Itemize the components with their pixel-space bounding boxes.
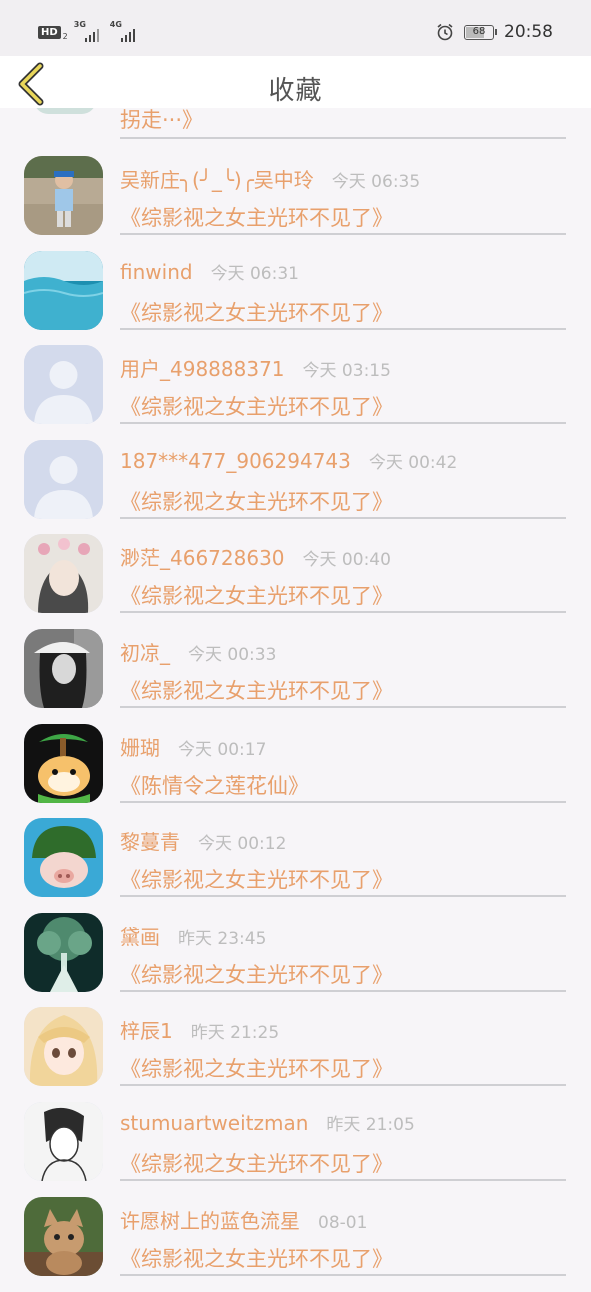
timestamp: 昨天 21:05 [326,1115,415,1135]
list-item[interactable]: 187***477_906294743 今天 00:42 《综影视之女主光环不见… [0,439,591,535]
user-name[interactable]: finwind [120,260,193,284]
timestamp: 昨天 21:25 [190,1023,280,1044]
book-title[interactable]: 《综影视之女主光环不见了》 [120,202,393,232]
timestamp: 今天 03:15 [302,361,391,382]
user-name[interactable]: 黛画 [120,921,160,950]
list-item[interactable]: 黛画 昨天 23:45 《综影视之女主光环不见了》 [0,912,591,1008]
divider [120,516,566,519]
user-name[interactable]: 初凉_ [120,637,170,666]
timestamp: 今天 00:42 [368,452,458,473]
signal-icon: 3G [74,20,104,42]
book-title[interactable]: 《综影视之女主光环不见了》 [120,1148,393,1178]
book-title[interactable]: 《综影视之女主光环不见了》 [120,297,393,327]
divider [120,706,566,708]
timestamp: 昨天 23:45 [178,928,267,949]
list-item[interactable]: 渺茫_466728630 今天 00:40 《综影视之女主光环不见了》 [0,534,591,629]
avatar[interactable] [24,1102,103,1181]
user-name[interactable]: 黎蔓青 [120,826,180,855]
timestamp: 今天 06:35 [331,172,421,192]
avatar[interactable] [24,250,103,330]
divider [120,1084,566,1087]
user-name[interactable]: 姗瑚 [120,732,160,761]
list-item[interactable]: 吴新庄╮(╯_╰)╭吴中玲 今天 06:35 《综影视之女主光环不见了》 [0,156,591,251]
user-name[interactable]: 吴新庄╮(╯_╰)╭吴中玲 [120,164,314,193]
top-bar: 收藏 [0,56,591,108]
user-name[interactable]: 许愿树上的蓝色流星 [120,1205,300,1234]
divider [120,422,566,425]
alarm-icon [436,23,454,41]
list-item[interactable]: 黎蔓青 今天 00:12 《综影视之女主光环不见了》 [0,818,591,913]
user-name[interactable]: 梓辰1 [120,1015,173,1044]
clock: 20:58 [504,22,553,42]
book-title[interactable]: 《陈情令之莲花仙》 [120,770,309,800]
divider [120,800,566,803]
page-title: 收藏 [268,76,323,106]
avatar[interactable] [24,345,103,425]
list-item[interactable]: 初凉_ 今天 00:33 《综影视之女主光环不见了》 [0,629,591,724]
divider [120,327,566,330]
list-item[interactable]: 许愿树上的蓝色流星 08-01 《综影视之女主光环不见了》 [0,1196,591,1292]
book-title[interactable]: 拐走···》 [120,104,203,134]
divider [120,895,566,898]
user-name[interactable]: 187***477_906294743 [120,449,351,473]
divider [120,137,566,139]
avatar[interactable] [24,156,103,235]
avatar[interactable] [24,1007,103,1087]
list-item[interactable]: stumuartweitzman 昨天 21:05 《综影视之女主光环不见了》 [0,1102,591,1197]
avatar[interactable] [24,1196,103,1276]
hd-icon: HD [38,25,61,39]
timestamp: 今天 00:33 [188,645,277,665]
battery-icon: 68 [464,24,497,40]
signal-icon: 4G [110,20,140,42]
user-name[interactable]: 渺茫_466728630 [120,542,285,571]
status-bar: HD 2 3G 4G 68 20:58 [0,0,591,56]
user-name[interactable]: 用户_498888371 [120,353,285,382]
timestamp: 今天 00:17 [178,739,267,760]
divider [120,989,566,992]
book-title[interactable]: 《综影视之女主光环不见了》 [120,1053,393,1083]
avatar[interactable] [24,629,103,708]
avatar[interactable] [24,439,103,519]
list-item[interactable]: 用户_498888371 今天 03:15 《综影视之女主光环不见了》 [0,345,591,440]
book-title[interactable]: 《综影视之女主光环不见了》 [120,486,393,516]
book-title[interactable]: 《综影视之女主光环不见了》 [120,391,393,421]
book-title[interactable]: 《综影视之女主光环不见了》 [120,864,393,894]
divider [120,1179,566,1181]
timestamp: 今天 00:12 [198,834,287,855]
avatar[interactable] [24,534,103,614]
avatar[interactable] [24,723,103,803]
user-name[interactable]: stumuartweitzman [120,1111,308,1135]
book-title[interactable]: 《综影视之女主光环不见了》 [120,580,393,610]
book-title[interactable]: 《综影视之女主光环不见了》 [120,1243,393,1273]
list-item[interactable]: 姗瑚 今天 00:17 《陈情令之莲花仙》 [0,723,591,819]
book-title[interactable]: 《综影视之女主光环不见了》 [120,959,393,989]
divider [120,1273,566,1276]
timestamp: 今天 00:40 [302,550,391,571]
timestamp: 今天 06:31 [210,263,299,284]
divider [120,611,566,614]
list-item[interactable]: finwind 今天 06:31 《综影视之女主光环不见了》 [0,250,591,346]
avatar[interactable] [24,912,103,992]
list-item[interactable]: 梓辰1 昨天 21:25 《综影视之女主光环不见了》 [0,1007,591,1102]
divider [120,233,566,235]
avatar[interactable] [24,818,103,898]
hd-sub: 2 [62,31,68,41]
book-title[interactable]: 《综影视之女主光环不见了》 [120,675,393,705]
timestamp: 08-01 [318,1212,368,1233]
